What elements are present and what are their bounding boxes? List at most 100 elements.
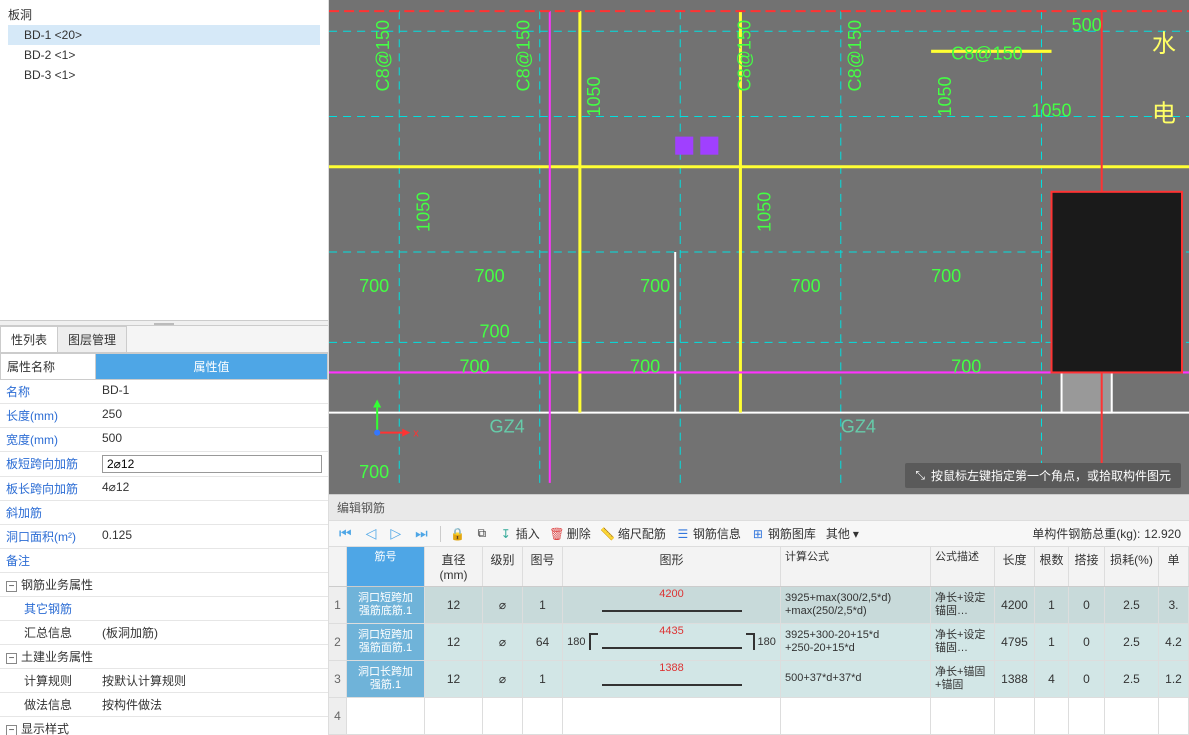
table-row-empty[interactable]: 4 xyxy=(329,698,1189,735)
cell-name[interactable]: 洞口短跨加 强筋底筋.1 xyxy=(347,587,425,623)
drawing-canvas[interactable]: C8@150 C8@150 C8@150 C8@150 C8@150 1050 … xyxy=(329,0,1189,494)
prop-value[interactable]: 按默认计算规则 xyxy=(96,669,328,692)
prop-name: 板短跨向加筋 xyxy=(0,452,96,476)
property-row[interactable]: 做法信息按构件做法 xyxy=(0,693,328,717)
cell-name[interactable]: 洞口长跨加 强筋.1 xyxy=(347,661,425,697)
cell-shape[interactable]: 4200 xyxy=(563,587,781,623)
cell-fig[interactable]: 64 xyxy=(523,624,563,660)
insert-button[interactable]: ↧插入 xyxy=(499,525,540,542)
cell-grade[interactable]: ⌀ xyxy=(483,624,523,660)
cell-loss[interactable]: 2.5 xyxy=(1105,624,1159,660)
prop-value[interactable]: 500 xyxy=(96,428,328,451)
tab-layers[interactable]: 图层管理 xyxy=(57,326,127,352)
svg-text:1050: 1050 xyxy=(755,192,775,232)
cell-loss[interactable]: 2.5 xyxy=(1105,587,1159,623)
cell-unit[interactable]: 4.2 xyxy=(1159,624,1189,660)
property-row[interactable]: 计算规则按默认计算规则 xyxy=(0,669,328,693)
copy-button[interactable]: ⧉ xyxy=(475,527,489,541)
cell-num[interactable]: 2 xyxy=(329,624,347,660)
tree-item[interactable]: BD-3 <1> xyxy=(8,65,320,85)
table-row[interactable]: 1洞口短跨加 强筋底筋.112⌀142003925+max(300/2,5*d)… xyxy=(329,587,1189,624)
prop-value[interactable]: (板洞加筋) xyxy=(96,621,328,644)
rebar-lib-button[interactable]: ⊞钢筋图库 xyxy=(751,525,816,542)
table-row[interactable]: 2洞口短跨加 强筋面筋.112⌀6418044351803925+300-20+… xyxy=(329,624,1189,661)
svg-text:x: x xyxy=(413,428,419,440)
nav-prev-icon[interactable]: ◁ xyxy=(364,525,379,542)
prop-value[interactable] xyxy=(96,549,328,572)
right-panel: C8@150 C8@150 C8@150 C8@150 C8@150 1050 … xyxy=(329,0,1189,735)
property-row[interactable]: 汇总信息(板洞加筋) xyxy=(0,621,328,645)
property-row[interactable]: 备注 xyxy=(0,549,328,573)
cell-num[interactable]: 3 xyxy=(329,661,347,697)
property-group[interactable]: −钢筋业务属性 xyxy=(0,573,328,597)
cell-desc[interactable]: 净长+设定 锚固… xyxy=(931,587,995,623)
nav-next-icon[interactable]: ▷ xyxy=(388,525,403,542)
rebar-info-button[interactable]: ☰钢筋信息 xyxy=(676,525,741,542)
lock-button[interactable]: 🔒 xyxy=(451,527,465,541)
cell-formula[interactable]: 3925+max(300/2,5*d) +max(250/2,5*d) xyxy=(781,587,931,623)
prop-value[interactable] xyxy=(96,501,328,524)
cell-loss[interactable]: 2.5 xyxy=(1105,661,1159,697)
cell-fig[interactable]: 1 xyxy=(523,587,563,623)
property-row[interactable]: 斜加筋 xyxy=(0,501,328,525)
cell-lap[interactable]: 0 xyxy=(1069,661,1105,697)
cell-cnt[interactable]: 1 xyxy=(1035,587,1069,623)
prop-value[interactable]: 4⌀12 xyxy=(96,477,328,500)
cell-dia[interactable]: 12 xyxy=(425,624,483,660)
tree-root[interactable]: 板洞 xyxy=(8,4,320,25)
nav-last-icon[interactable]: ⏭ xyxy=(413,525,430,542)
cell-formula[interactable]: 500+37*d+37*d xyxy=(781,661,931,697)
cell-len[interactable]: 4200 xyxy=(995,587,1035,623)
property-row[interactable]: 板长跨向加筋4⌀12 xyxy=(0,477,328,501)
cell-lap[interactable]: 0 xyxy=(1069,624,1105,660)
cell-formula[interactable]: 3925+300-20+15*d +250-20+15*d xyxy=(781,624,931,660)
lock-icon: 🔒 xyxy=(451,527,465,541)
property-row[interactable]: 板短跨向加筋 xyxy=(0,452,328,477)
cell-num[interactable]: 1 xyxy=(329,587,347,623)
table-row[interactable]: 3洞口长跨加 强筋.112⌀11388500+37*d+37*d净长+锚固 +锚… xyxy=(329,661,1189,698)
delete-button[interactable]: 🗑删除 xyxy=(550,525,591,542)
prop-value[interactable]: BD-1 xyxy=(96,380,328,403)
property-row[interactable]: 其它钢筋 xyxy=(0,597,328,621)
cell-unit[interactable]: 1.2 xyxy=(1159,661,1189,697)
cell-grade[interactable]: ⌀ xyxy=(483,587,523,623)
cell-unit[interactable]: 3. xyxy=(1159,587,1189,623)
cell-fig[interactable]: 1 xyxy=(523,661,563,697)
horizontal-splitter[interactable] xyxy=(0,320,328,326)
cell-lap[interactable]: 0 xyxy=(1069,587,1105,623)
prop-value[interactable]: 按构件做法 xyxy=(96,693,328,716)
cell-shape[interactable]: 1804435180 xyxy=(563,624,781,660)
cell-len[interactable]: 1388 xyxy=(995,661,1035,697)
property-row[interactable]: 宽度(mm)500 xyxy=(0,428,328,452)
cell-cnt[interactable]: 4 xyxy=(1035,661,1069,697)
property-group[interactable]: −显示样式 xyxy=(0,717,328,735)
cell-cnt[interactable]: 1 xyxy=(1035,624,1069,660)
expand-icon[interactable]: − xyxy=(6,581,17,592)
ruler-button[interactable]: 📏缩尺配筋 xyxy=(601,525,666,542)
property-row[interactable]: 长度(mm)250 xyxy=(0,404,328,428)
nav-first-icon[interactable]: ⏮ xyxy=(337,525,354,542)
prop-value[interactable] xyxy=(96,597,328,620)
cell-grade[interactable]: ⌀ xyxy=(483,661,523,697)
cell-name[interactable]: 洞口短跨加 强筋面筋.1 xyxy=(347,624,425,660)
cell-len[interactable]: 4795 xyxy=(995,624,1035,660)
expand-icon[interactable]: − xyxy=(6,725,17,735)
prop-value[interactable] xyxy=(96,452,328,476)
tab-properties[interactable]: 性列表 xyxy=(0,326,58,352)
cell-shape[interactable]: 1388 xyxy=(563,661,781,697)
tree-item[interactable]: BD-2 <1> xyxy=(8,45,320,65)
prop-value[interactable]: 250 xyxy=(96,404,328,427)
tree-item[interactable]: BD-1 <20> xyxy=(8,25,320,45)
cell-dia[interactable]: 12 xyxy=(425,587,483,623)
property-row[interactable]: 洞口面积(m²)0.125 xyxy=(0,525,328,549)
other-dropdown[interactable]: 其他 ▾ xyxy=(826,525,859,542)
prop-value[interactable]: 0.125 xyxy=(96,525,328,548)
weight-value: 12.920 xyxy=(1144,527,1181,541)
cell-desc[interactable]: 净长+设定 锚固… xyxy=(931,624,995,660)
property-row[interactable]: 名称BD-1 xyxy=(0,380,328,404)
cell-desc[interactable]: 净长+锚固 +锚固 xyxy=(931,661,995,697)
prop-input[interactable] xyxy=(102,455,322,473)
property-group[interactable]: −土建业务属性 xyxy=(0,645,328,669)
expand-icon[interactable]: − xyxy=(6,653,17,664)
cell-dia[interactable]: 12 xyxy=(425,661,483,697)
